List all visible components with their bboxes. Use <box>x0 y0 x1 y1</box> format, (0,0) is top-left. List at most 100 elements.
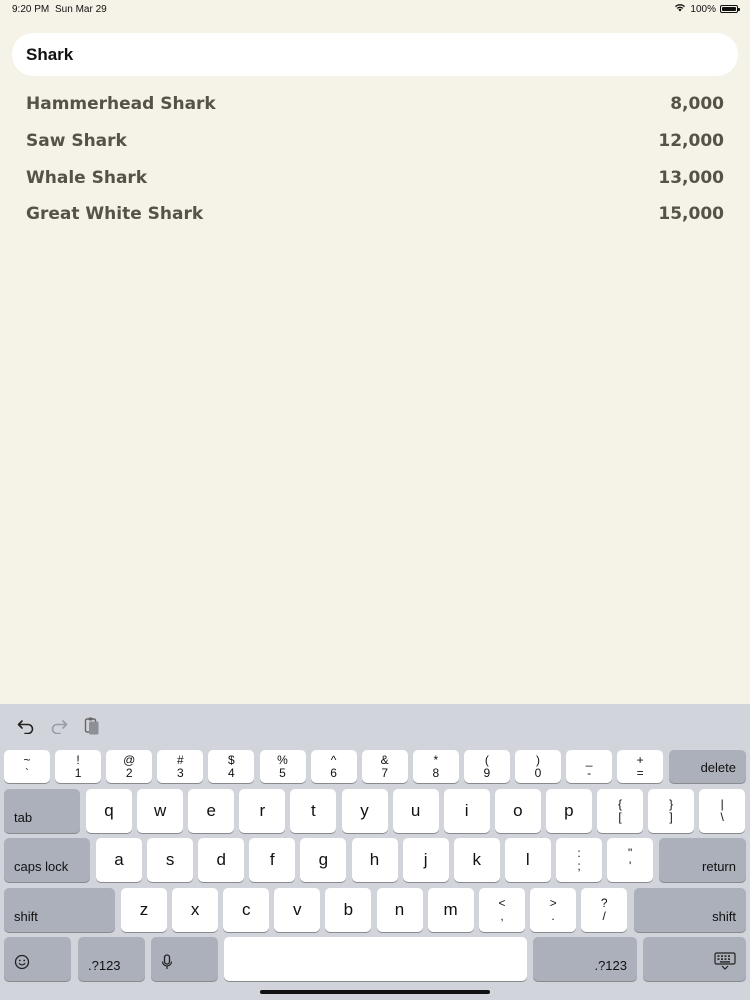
shift-left-key[interactable]: shift <box>4 888 115 932</box>
key-bottom-label: 7 <box>381 765 389 780</box>
key-bottom-label: ' <box>628 859 632 873</box>
letter-key[interactable]: i <box>443 789 490 833</box>
status-date: Sun Mar 29 <box>55 4 107 15</box>
letter-key[interactable]: u <box>392 789 439 833</box>
key-label: a <box>114 850 124 869</box>
key-label: s <box>165 850 175 869</box>
shift-right-key[interactable]: shift <box>634 888 746 932</box>
letter-key[interactable]: e <box>188 789 235 833</box>
list-item[interactable]: Whale Shark 13,000 <box>26 159 724 196</box>
symbol-key[interactable]: <, <box>479 888 525 932</box>
number-key[interactable]: & 7 <box>361 750 408 783</box>
letter-key[interactable]: m <box>427 888 474 932</box>
number-key[interactable]: ! 1 <box>55 750 102 783</box>
keyboard-toolbar <box>0 704 750 748</box>
key-label: j <box>423 850 428 869</box>
letter-key[interactable]: v <box>274 888 321 932</box>
key-dual-labels: * 8 <box>432 753 440 780</box>
number-key[interactable]: ~ ` <box>4 750 50 783</box>
number-key[interactable]: (9 <box>463 750 510 783</box>
number-key[interactable]: _ - <box>566 750 613 783</box>
paste-icon[interactable] <box>80 714 104 738</box>
key-label: q <box>104 801 114 820</box>
letter-key[interactable]: f <box>249 838 296 882</box>
key-bottom-label: ` <box>24 765 29 780</box>
key-dual-labels: $4 <box>228 753 235 780</box>
caps-lock-key[interactable]: caps lock <box>4 838 90 882</box>
letter-key[interactable]: l <box>504 838 551 882</box>
letter-key[interactable]: y <box>341 789 388 833</box>
key-label: l <box>525 850 530 869</box>
letter-key[interactable]: x <box>172 888 219 932</box>
status-time: 9:20 PM <box>12 4 50 15</box>
letter-key[interactable]: q <box>86 789 132 833</box>
status-right: 100% <box>674 3 740 15</box>
symbol-key[interactable]: :; <box>556 838 602 882</box>
key-top-label: ( <box>484 752 489 767</box>
symbol-key[interactable]: >. <box>530 888 577 932</box>
symbol-key[interactable]: {[ <box>597 789 643 833</box>
key-bottom-label: 0 <box>534 765 542 780</box>
letter-key[interactable]: j <box>402 838 449 882</box>
list-item[interactable]: Saw Shark 12,000 <box>26 123 724 160</box>
key-bottom-label: / <box>602 909 606 923</box>
number-key[interactable]: @2 <box>106 750 153 783</box>
keyboard-hide-key[interactable] <box>643 937 746 981</box>
letter-key[interactable]: t <box>290 789 337 833</box>
symbol-key[interactable]: }] <box>648 789 695 833</box>
redo-icon[interactable] <box>47 714 71 738</box>
numbers-toggle-key[interactable]: .?123 <box>78 937 145 981</box>
symbol-key[interactable]: | \ <box>699 789 746 833</box>
item-name: Saw Shark <box>26 131 127 152</box>
letter-key[interactable]: p <box>545 789 592 833</box>
key-dual-labels: :; <box>577 847 580 873</box>
letter-key[interactable]: a <box>96 838 142 882</box>
key-dual-labels: }] <box>669 798 673 824</box>
numbers-toggle-key[interactable]: .?123 <box>533 937 637 981</box>
letter-key[interactable]: b <box>325 888 372 932</box>
letter-key[interactable]: r <box>239 789 286 833</box>
letter-key[interactable]: n <box>376 888 423 932</box>
item-name: Great White Shark <box>26 204 204 225</box>
return-key[interactable]: return <box>659 838 746 882</box>
search-field[interactable] <box>12 33 738 76</box>
number-key[interactable]: ^ 6 <box>310 750 357 783</box>
symbol-key[interactable]: ? / <box>581 888 628 932</box>
key-label: i <box>464 801 469 820</box>
key-label: w <box>153 801 167 820</box>
undo-icon[interactable] <box>14 714 38 738</box>
key-label: h <box>369 850 380 869</box>
letter-key[interactable]: o <box>494 789 541 833</box>
emoji-key[interactable] <box>4 937 71 981</box>
key-label: x <box>190 900 200 919</box>
letter-key[interactable]: g <box>300 838 347 882</box>
key-bottom-label: , <box>500 909 504 923</box>
letter-key[interactable]: z <box>121 888 167 932</box>
search-input[interactable] <box>26 44 724 65</box>
letter-key[interactable]: h <box>351 838 398 882</box>
list-item[interactable]: Hammerhead Shark 8,000 <box>26 86 724 123</box>
number-key[interactable]: * 8 <box>412 750 459 783</box>
key-bottom-label: 6 <box>330 765 337 780</box>
letter-key[interactable]: k <box>453 838 500 882</box>
key-label: f <box>269 850 275 869</box>
letter-key[interactable]: s <box>147 838 194 882</box>
number-key[interactable]: % 5 <box>259 750 306 783</box>
number-key[interactable]: $4 <box>208 750 255 783</box>
key-label: k <box>472 850 481 869</box>
space-key[interactable] <box>224 937 527 981</box>
item-name: Hammerhead Shark <box>26 94 216 115</box>
symbol-key[interactable]: " ' <box>607 838 654 882</box>
list-item[interactable]: Great White Shark 15,000 <box>26 196 724 233</box>
number-key[interactable]: #3 <box>157 750 204 783</box>
microphone-key[interactable] <box>151 937 218 981</box>
letter-key[interactable]: c <box>223 888 270 932</box>
key-bottom-label: 8 <box>432 765 440 780</box>
number-key[interactable]: ) 0 <box>515 750 561 783</box>
number-key[interactable]: + = <box>617 750 664 783</box>
delete-key[interactable]: delete <box>669 750 746 783</box>
battery-icon <box>720 5 740 13</box>
letter-key[interactable]: d <box>198 838 245 882</box>
tab-key[interactable]: tab <box>4 789 80 833</box>
letter-key[interactable]: w <box>137 789 184 833</box>
